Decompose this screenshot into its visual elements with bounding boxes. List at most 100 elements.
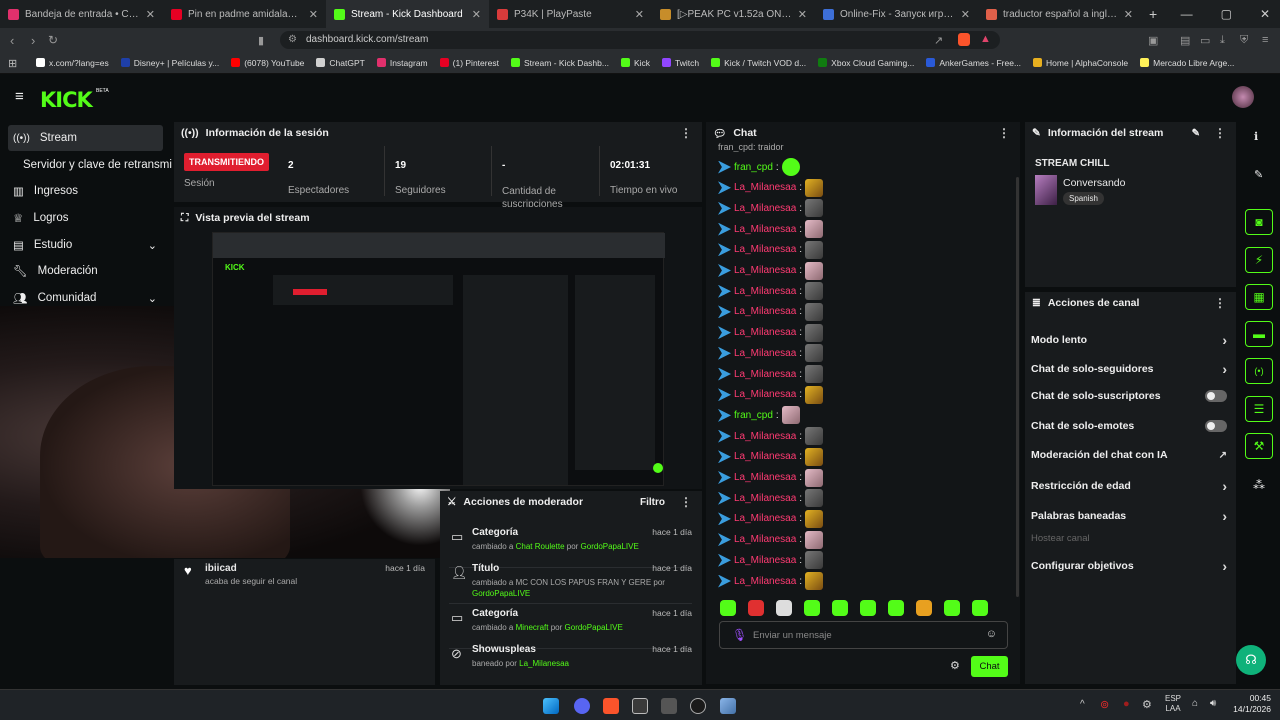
category-link[interactable]: Minecraft [516,623,549,632]
vpn-icon[interactable]: ⛨ [1240,34,1248,47]
bookmark-icon[interactable]: ▮ [258,34,264,47]
user-link[interactable]: GordoPapaLIVE [472,589,530,598]
sidebar-item-estudio[interactable]: ▤ Estudio ⌄ [8,232,163,258]
volume-icon[interactable]: 🔊︎ [1210,698,1216,709]
chat-settings-icon[interactable]: ⚙ [950,659,960,672]
forward-icon[interactable]: › [31,33,35,48]
chat-username[interactable]: fran_cpd [734,162,773,173]
share-icon[interactable]: ↗ [934,34,943,47]
site-info-icon[interactable]: ⚙ [288,31,297,49]
chat-username[interactable]: La_Milanesaa [734,327,796,338]
discord-icon[interactable] [574,698,590,714]
bookmark-item[interactable]: Disney+ | Películas y... [120,58,219,68]
brave-rewards-icon[interactable]: ▲ [980,33,991,45]
chat-username[interactable]: La_Milanesaa [734,576,796,587]
back-icon[interactable]: ‹ [10,33,14,48]
emoji-icon[interactable]: ☺ [986,628,997,640]
reload-icon[interactable]: ↻ [48,33,58,47]
chat-username[interactable]: La_Milanesaa [734,224,796,235]
tab-close-icon[interactable]: ✕ [309,8,318,21]
rail-wrench-button[interactable]: ⚒︎ [1245,433,1273,459]
tab-close-icon[interactable]: ✕ [472,8,481,21]
chat-username[interactable]: La_Milanesaa [734,265,796,276]
brave-shield-icon[interactable] [958,33,970,46]
language-indicator[interactable]: ESP LAA [1165,694,1181,714]
browser-tab[interactable]: [▷PEAK PC v1.52a ONLINE STEAM | F✕ [652,0,815,28]
emote-icon[interactable] [804,600,820,616]
chat-username[interactable]: La_Milanesaa [734,203,796,214]
emote-icon[interactable] [860,600,876,616]
user-link[interactable]: GordoPapaLIVE [581,542,639,551]
chat-send-button[interactable]: Chat [971,656,1008,677]
chat-username[interactable]: La_Milanesaa [734,306,796,317]
download-icon[interactable]: ⤓ [1220,34,1225,47]
tab-close-icon[interactable]: ✕ [1124,8,1133,21]
menu-icon[interactable]: ≡ [1262,34,1268,46]
chat-username[interactable]: La_Milanesaa [734,513,796,524]
sidebar-item-moderacion[interactable]: 🔧︎ Moderación [8,258,163,284]
chat-input[interactable]: 🎙︎ Enviar un mensaje ☺ [719,621,1008,649]
tray-chevron-icon[interactable]: ^ [1080,699,1085,710]
bookmark-item[interactable]: (1) Pinterest [439,58,499,68]
tab-close-icon[interactable]: ✕ [146,8,155,21]
rail-bolt-button[interactable]: ⚡︎ [1245,247,1273,273]
steam-icon[interactable] [690,698,706,714]
category-link[interactable]: Chat Roulette [516,542,565,551]
hamburger-menu-icon[interactable]: ≡ [15,88,24,105]
browser-tab[interactable]: Online-Fix - Запуск игр по сети✕ [815,0,978,28]
bookmark-item[interactable]: Stream - Kick Dashb... [510,58,609,68]
pencil-icon[interactable]: ✎ [1254,168,1263,181]
channel-action-item[interactable]: Chat de solo-emotes [1031,420,1227,432]
bookmark-item[interactable]: AnkerGames - Free... [926,58,1021,68]
bookmark-item[interactable]: ChatGPT [316,58,365,68]
filter-button[interactable]: Filtro [640,497,665,508]
preview-video[interactable]: KICK [212,232,665,486]
bookmark-item[interactable]: Kick / Twitch VOD d... [711,58,806,68]
chat-username[interactable]: La_Milanesaa [734,369,796,380]
bookmark-item[interactable]: Twitch [662,58,699,68]
channel-action-item[interactable]: Restricción de edad › [1031,478,1227,494]
emote-icon[interactable] [776,600,792,616]
emote-icon[interactable] [888,600,904,616]
obs-icon[interactable] [632,698,648,714]
microphone-icon[interactable]: 🎙︎ [732,628,747,642]
bookmark-item[interactable]: x.com/?lang=es [36,58,109,68]
sidebar-item-logros[interactable]: ♕ Logros [8,205,163,231]
sidebar-item-ingresos[interactable]: ▥ Ingresos [8,178,163,204]
chat-username[interactable]: La_Milanesaa [734,555,796,566]
emote-icon[interactable] [720,600,736,616]
chat-username[interactable]: fran_cpd [734,410,773,421]
browser-tab[interactable]: Stream - Kick Dashboard ✕ [326,0,489,28]
chat-username[interactable]: La_Milanesaa [734,451,796,462]
rail-chat-button[interactable]: ▬ [1245,321,1273,347]
chat-username[interactable]: La_Milanesaa [734,182,796,193]
network-icon[interactable]: ⌂ [1192,698,1198,709]
maximize-icon[interactable]: ▢ [1221,7,1232,21]
bookmark-item[interactable]: Instagram [376,58,428,68]
brave-icon[interactable] [603,698,619,714]
bookmark-item[interactable]: Home | AlphaConsole [1033,58,1128,68]
clock[interactable]: 00:45 14/1/2026 [1227,693,1271,715]
chat-username[interactable]: La_Milanesaa [734,389,796,400]
tray-app-icon[interactable]: ● [1123,698,1130,710]
reader-icon[interactable]: ▤ [1180,34,1190,47]
rail-camera-button[interactable]: ◙ [1245,209,1273,235]
toggle-switch[interactable] [1205,390,1227,402]
bookmark-item[interactable]: Xbox Cloud Gaming... [818,58,914,68]
rail-layout-button[interactable]: ☰ [1245,396,1273,422]
emote-icon[interactable] [916,600,932,616]
user-link[interactable]: GordoPapaLIVE [565,623,623,632]
channel-action-item[interactable]: Modo lento › [1031,332,1227,348]
mod-actions-menu-icon[interactable]: ⋮ [680,495,692,509]
sidebar-toggle-icon[interactable]: ▣ [1148,34,1158,47]
sidebar-item-stream[interactable]: ((•)) Stream [8,125,163,151]
chat-username[interactable]: La_Milanesaa [734,431,796,442]
rail-clipboard-button[interactable]: ▦ [1245,284,1273,310]
sidebar-item-server-key[interactable]: Servidor y clave de retransmi [18,152,173,178]
windows-start-icon[interactable] [543,698,559,714]
bookmark-item[interactable]: Kick [620,58,650,68]
minimize-icon[interactable]: — [1181,7,1193,21]
channel-action-item[interactable]: Palabras baneadas › [1031,508,1227,524]
browser-tab[interactable]: Bandeja de entrada • Chat ✕ [0,0,163,28]
kick-logo[interactable]: KICK [40,88,93,112]
